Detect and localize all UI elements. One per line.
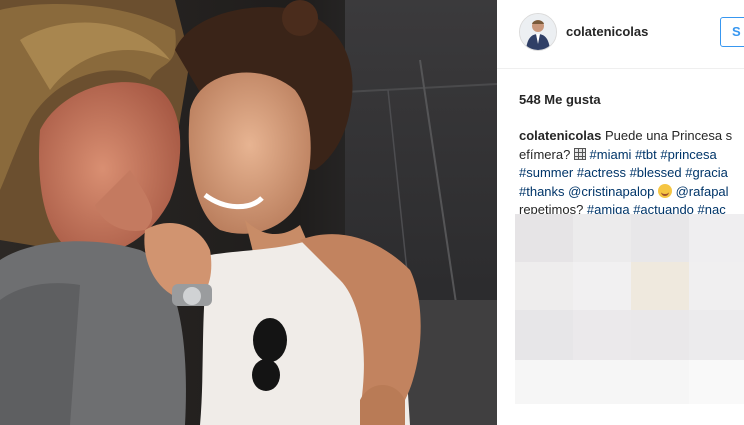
blur-block xyxy=(631,262,689,310)
post-photo[interactable] xyxy=(0,0,497,425)
username-link[interactable]: colatenicolas xyxy=(566,24,648,39)
avatar-image xyxy=(520,14,556,50)
avatar[interactable] xyxy=(519,13,557,51)
caption-text-2: efímera? xyxy=(519,146,574,162)
blur-block xyxy=(515,262,573,310)
instagram-post: colatenicolas S 548 Me gusta colatenicol… xyxy=(0,0,744,425)
mention-link[interactable]: @rafapal xyxy=(676,184,729,199)
hashtag-link[interactable]: #summer xyxy=(519,165,573,180)
blur-block xyxy=(573,262,631,310)
blur-block xyxy=(689,310,744,360)
blur-block xyxy=(573,214,631,262)
hashtag-link[interactable]: #tbt xyxy=(635,147,657,162)
post-details-panel: colatenicolas S 548 Me gusta colatenicol… xyxy=(497,0,744,425)
follow-button[interactable]: S xyxy=(720,17,744,47)
blur-block xyxy=(689,262,744,310)
blurred-comments-region xyxy=(515,214,744,404)
blur-block xyxy=(515,360,689,404)
smiling-face-icon xyxy=(657,183,672,198)
blur-block xyxy=(631,214,689,262)
caption-author-link[interactable]: colatenicolas xyxy=(519,128,601,143)
calendar-grid-icon xyxy=(573,147,586,160)
likes-count[interactable]: 548 Me gusta xyxy=(519,92,601,107)
blur-block xyxy=(689,360,744,404)
caption-text-1: Puede una Princesa s xyxy=(601,128,733,143)
blur-block xyxy=(573,310,631,360)
caption-line-4: #thanks @cristinapalop @rafapal xyxy=(519,183,744,202)
caption-line-1: colatenicolas Puede una Princesa s xyxy=(519,127,744,146)
post-header: colatenicolas S xyxy=(497,0,744,69)
hashtag-link[interactable]: #miami xyxy=(590,147,632,162)
hashtag-link[interactable]: #thanks xyxy=(519,184,565,199)
caption-line-2: efímera? #miami #tbt #princesa xyxy=(519,146,744,165)
blur-block xyxy=(631,310,689,360)
hashtag-link[interactable]: #gracia xyxy=(685,165,728,180)
post-photo-illustration xyxy=(0,0,497,425)
blur-block xyxy=(515,214,573,262)
blur-block xyxy=(515,310,573,360)
mention-link[interactable]: @cristinapalop xyxy=(568,184,654,199)
post-caption: colatenicolas Puede una Princesa s efíme… xyxy=(519,127,744,220)
hashtag-link[interactable]: #princesa xyxy=(660,147,716,162)
caption-line-3: #summer #actress #blessed #gracia xyxy=(519,164,744,183)
blur-block xyxy=(689,214,744,262)
hashtag-link[interactable]: #actress xyxy=(577,165,626,180)
hashtag-link[interactable]: #blessed xyxy=(630,165,682,180)
